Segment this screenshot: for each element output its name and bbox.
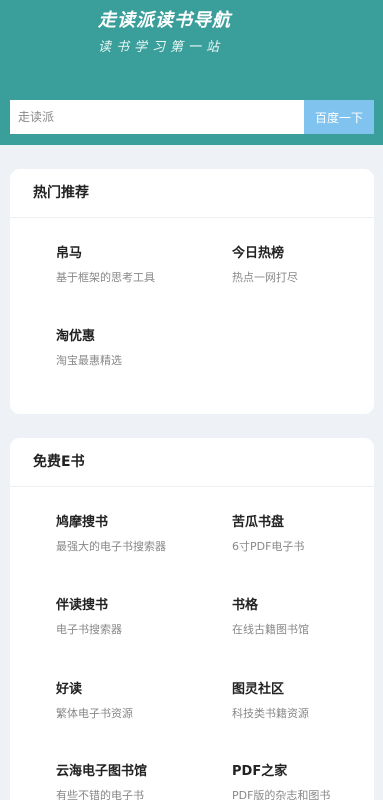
site-desc: 繁体电子书资源 (56, 707, 133, 720)
site-link[interactable]: 图灵社区 科技类书籍资源 (232, 681, 382, 721)
site-link[interactable]: 好读 繁体电子书资源 (56, 681, 206, 721)
site-name: 云海电子图书馆 (56, 764, 148, 779)
site-logo[interactable]: 走读派读书导航 读书学习第一站 (98, 10, 231, 55)
site-desc: 科技类书籍资源 (232, 707, 309, 720)
site-desc: 电子书搜索器 (56, 623, 122, 636)
section-free-ebooks: 免费E书 鸠摩搜书 最强大的电子书搜索器 苦瓜书盘 6寸PDF电子书 伴读搜书 … (10, 438, 374, 800)
section-hot-recommend: 热门推荐 帛马 基于框架的思考工具 今日热榜 热点一网打尽 淘优惠 淘宝最惠精选 (10, 169, 374, 414)
site-desc: 在线古籍图书馆 (232, 623, 309, 636)
site-link[interactable]: 帛马 基于框架的思考工具 (56, 245, 206, 285)
site-subtitle: 读书学习第一站 (98, 40, 225, 55)
site-link[interactable]: 云海电子图书馆 有些不错的电子书 (56, 763, 206, 800)
site-name: PDF之家 (232, 764, 288, 779)
site-name: 帛马 (56, 246, 83, 261)
site-desc: 热点一网打尽 (232, 271, 298, 284)
site-link[interactable]: 书格 在线古籍图书馆 (232, 597, 382, 637)
site-link[interactable]: PDF之家 PDF版的杂志和图书 (232, 763, 382, 800)
site-name: 淘优惠 (56, 329, 96, 344)
site-name: 鸠摩搜书 (56, 515, 109, 530)
site-name: 图灵社区 (232, 682, 285, 697)
search-bar: 百度一下 (10, 100, 374, 134)
site-desc: PDF版的杂志和图书 (232, 789, 331, 800)
site-name: 伴读搜书 (56, 598, 109, 613)
site-link[interactable]: 今日热榜 热点一网打尽 (232, 245, 382, 285)
site-link[interactable]: 鸠摩搜书 最强大的电子书搜索器 (56, 514, 206, 554)
section-title: 热门推荐 (10, 169, 374, 218)
site-link[interactable]: 淘优惠 淘宝最惠精选 (56, 328, 206, 368)
site-desc: 最强大的电子书搜索器 (56, 540, 166, 553)
site-name: 好读 (56, 682, 83, 697)
search-button[interactable]: 百度一下 (304, 100, 374, 134)
site-desc: 基于框架的思考工具 (56, 271, 155, 284)
section-title: 免费E书 (10, 438, 374, 487)
site-desc: 6寸PDF电子书 (232, 540, 305, 553)
site-name: 苦瓜书盘 (232, 515, 285, 530)
search-input[interactable] (10, 100, 304, 134)
site-link[interactable]: 伴读搜书 电子书搜索器 (56, 597, 206, 637)
site-title: 走读派读书导航 (98, 10, 231, 31)
site-link[interactable]: 苦瓜书盘 6寸PDF电子书 (232, 514, 382, 554)
site-name: 书格 (232, 598, 259, 613)
site-desc: 淘宝最惠精选 (56, 354, 122, 367)
site-name: 今日热榜 (232, 246, 285, 261)
site-header: 走读派读书导航 读书学习第一站 百度一下 (0, 0, 383, 145)
site-desc: 有些不错的电子书 (56, 789, 144, 800)
